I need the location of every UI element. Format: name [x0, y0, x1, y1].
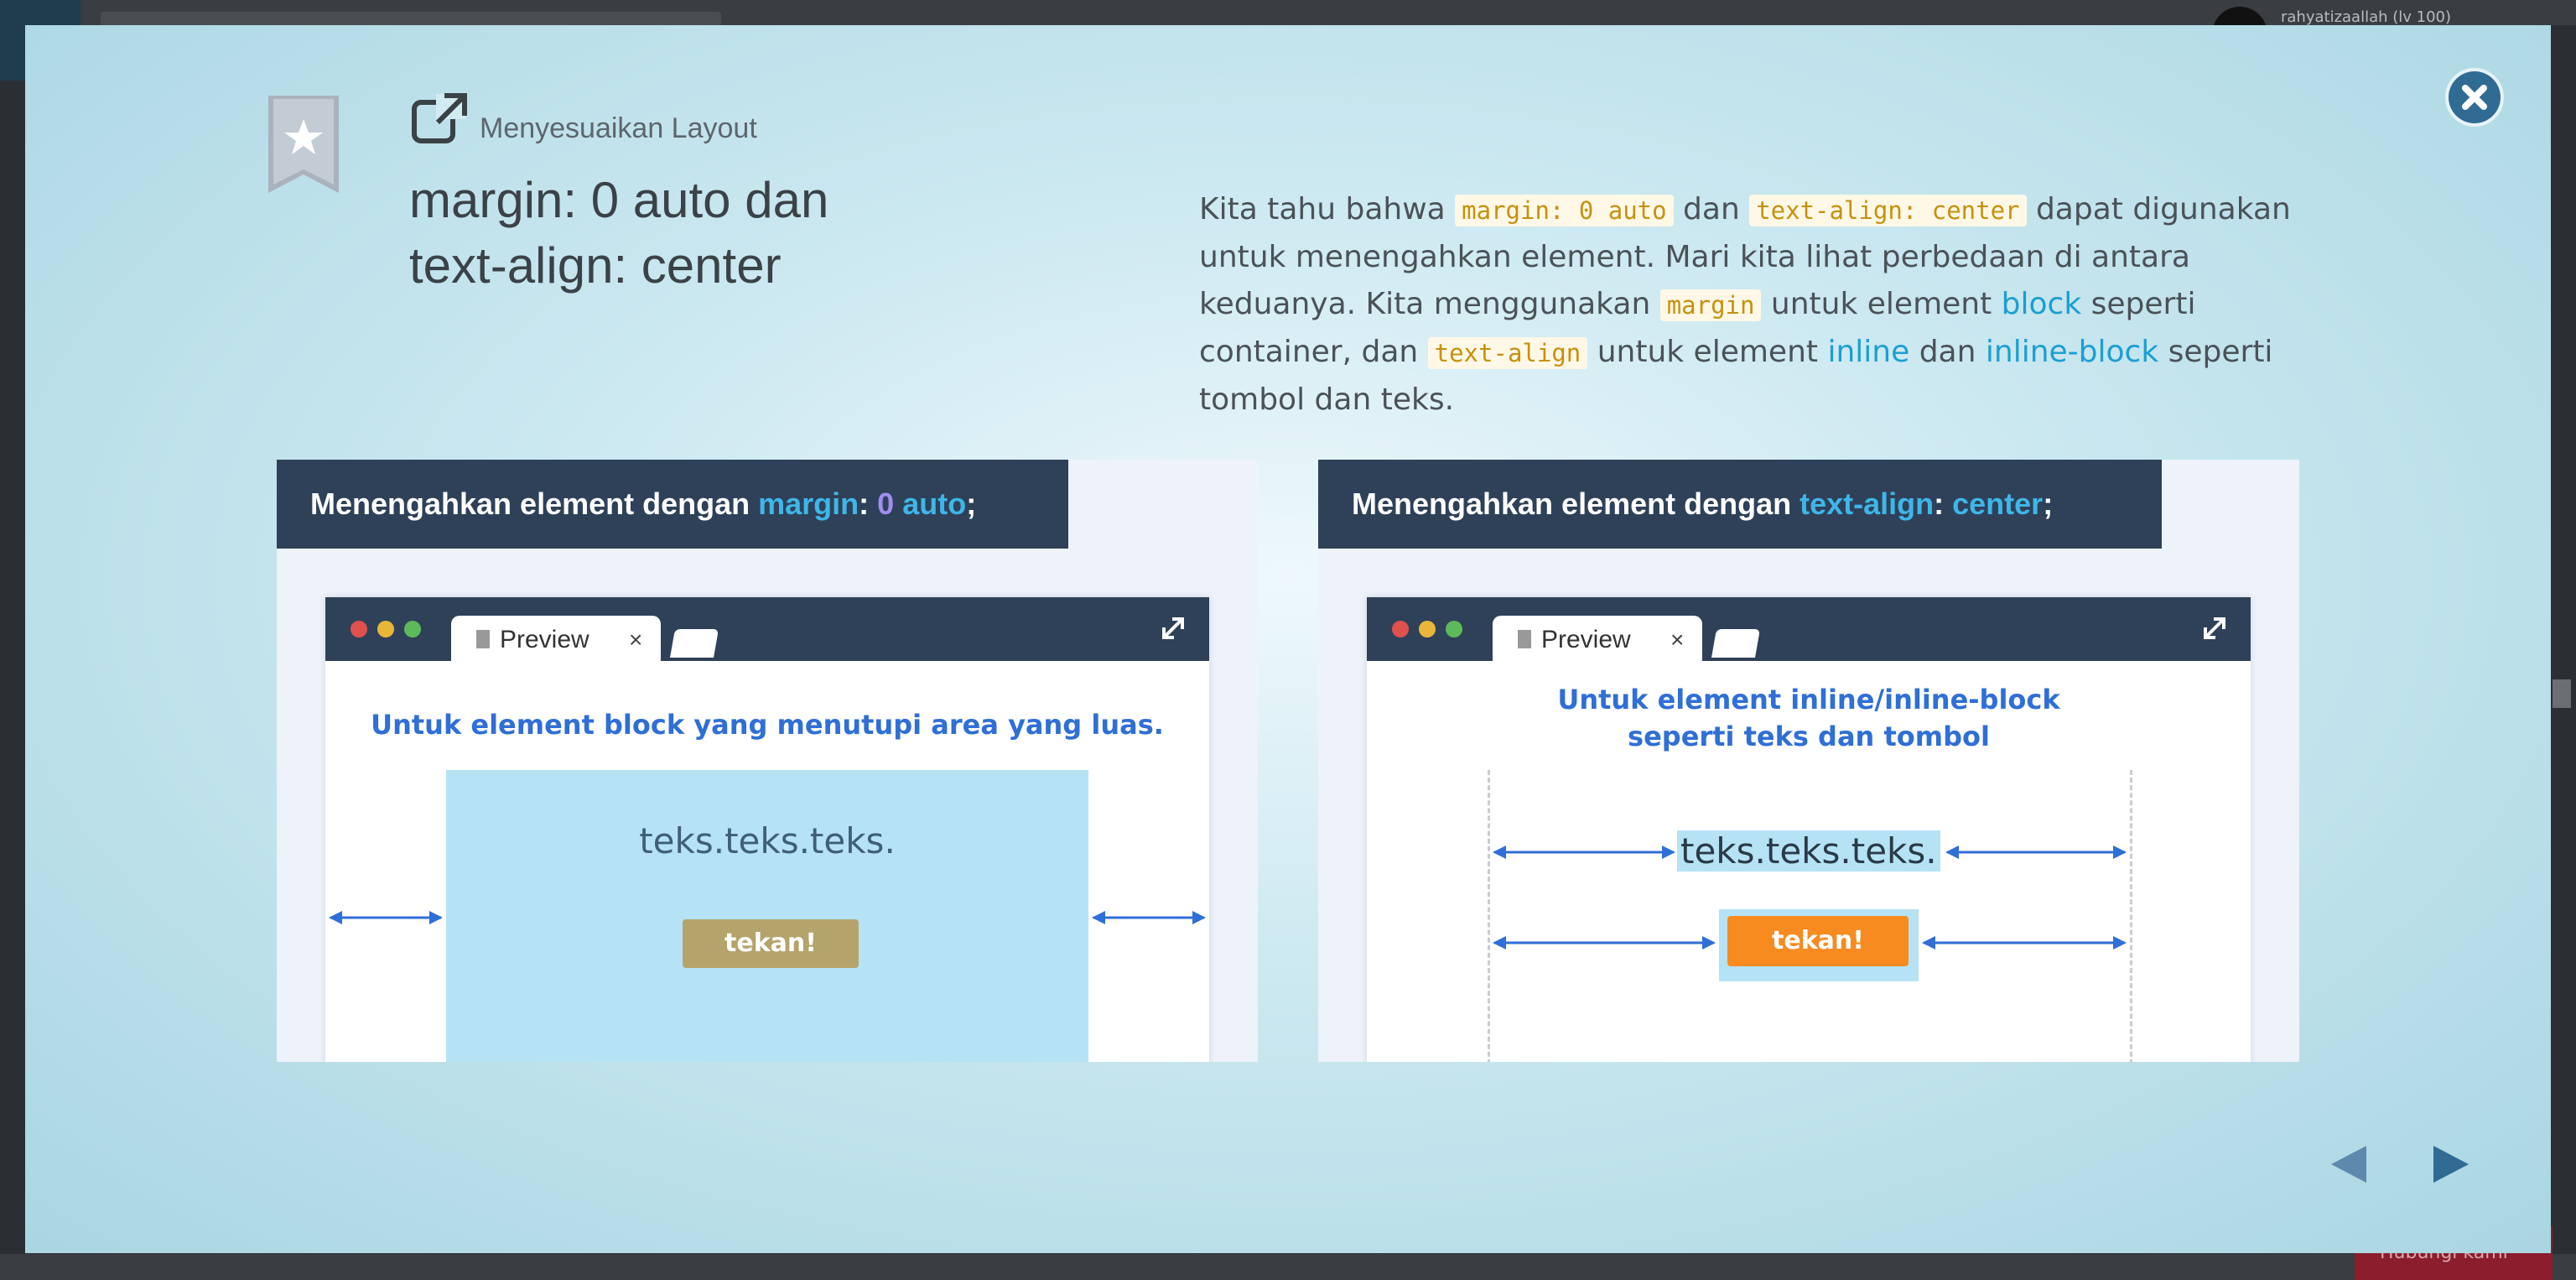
- title-line-2: text-align: center: [409, 237, 782, 294]
- keyword: inline: [1827, 335, 1910, 369]
- margin-arrow-left: [329, 911, 443, 924]
- heading-end: ;: [966, 487, 977, 521]
- heading-text: Menengahkan element dengan: [1352, 487, 1800, 521]
- new-tab-icon: [670, 629, 719, 658]
- heading-space: [894, 487, 902, 521]
- window-maximize-dot: [404, 621, 421, 637]
- window-close-dot: [351, 621, 367, 637]
- external-link-icon: [412, 93, 467, 143]
- tab-close-icon: ×: [1670, 627, 1685, 653]
- panel-heading: Menengahkan element dengan margin: 0 aut…: [277, 460, 1068, 549]
- title-line-1: margin: 0 auto dan: [409, 172, 829, 228]
- sample-button: tekan!: [683, 919, 859, 968]
- keyword: block: [2001, 287, 2082, 321]
- code-snippet: text-align: center: [1749, 195, 2027, 226]
- background-scrollbar: [2553, 679, 2571, 708]
- heading-text: Menengahkan element dengan: [310, 487, 759, 521]
- heading-colon: :: [1934, 487, 1953, 521]
- code-snippet: margin: 0 auto: [1455, 195, 1674, 226]
- desc-text: dan: [1673, 192, 1750, 226]
- code-snippet: margin: [1659, 289, 1762, 321]
- text-align-arrow-right: [1945, 846, 2127, 859]
- browser-preview: Preview × Untuk element inline/inline-bl…: [1367, 597, 2251, 1062]
- desc-text: untuk element: [1587, 335, 1828, 369]
- browser-tab: Preview ×: [451, 616, 661, 661]
- code-snippet: text-align: [1427, 337, 1588, 369]
- window-close-dot: [1392, 621, 1409, 637]
- panel-heading: Menengahkan element dengan text-align: c…: [1318, 460, 2162, 549]
- tab-label: Preview: [1541, 626, 1631, 653]
- heading-value: auto: [902, 487, 967, 521]
- text-align-illustration: Menengahkan element dengan text-align: c…: [1318, 460, 2299, 1062]
- container-edge-right: [2130, 770, 2132, 1062]
- heading-property: text-align: [1800, 487, 1935, 521]
- tab-close-icon: ×: [629, 627, 643, 653]
- browser-preview: Preview × Untuk element block yang menut…: [325, 597, 1209, 1062]
- window-minimize-dot: [1419, 621, 1436, 637]
- expand-icon: [1162, 617, 1184, 639]
- tab-label: Preview: [500, 626, 589, 653]
- triangle-right-icon[interactable]: [2425, 1139, 2475, 1189]
- lesson-modal: Menyesuaikan Layout margin: 0 auto dan t…: [25, 25, 2551, 1253]
- margin-auto-illustration: Menengahkan element dengan margin: 0 aut…: [277, 460, 1258, 1062]
- browser-toolbar: Preview ×: [325, 597, 1209, 661]
- sample-text: teks.teks.teks.: [639, 820, 896, 861]
- desc-text: dan: [1909, 335, 1986, 369]
- triangle-left-icon[interactable]: [2324, 1139, 2375, 1189]
- background-bottom-bar: [0, 1254, 2576, 1280]
- expand-icon: [2204, 617, 2225, 639]
- desc-text: untuk element: [1761, 287, 2002, 321]
- lesson-title: margin: 0 auto dan text-align: center: [409, 168, 929, 299]
- bookmark-star-icon[interactable]: [268, 96, 339, 193]
- document-icon: [476, 630, 490, 648]
- heading-value: center: [1952, 487, 2044, 521]
- illustration-caption-line-1: Untuk element inline/inline-block: [1557, 684, 2060, 715]
- text-align-arrow-left: [1493, 846, 1675, 859]
- keyword: inline-block: [1985, 335, 2159, 369]
- heading-property: margin: [758, 487, 860, 521]
- new-tab-icon: [1711, 629, 1760, 658]
- margin-arrow-right: [1092, 911, 1206, 924]
- document-icon: [1518, 630, 1531, 648]
- heading-end: ;: [2043, 487, 2054, 521]
- window-minimize-dot: [377, 621, 394, 637]
- desc-text: Kita tahu bahwa: [1199, 192, 1456, 226]
- window-maximize-dot: [1446, 621, 1462, 637]
- illustration-caption: Untuk element block yang menutupi area y…: [371, 709, 1164, 741]
- close-button[interactable]: [2449, 71, 2501, 123]
- close-icon: [2462, 85, 2487, 110]
- heading-colon: :: [859, 487, 878, 521]
- button-arrow-left: [1493, 936, 1716, 950]
- sample-text: teks.teks.teks.: [1677, 830, 1940, 872]
- illustration-caption-line-2: seperti teks dan tombol: [1628, 721, 1990, 752]
- block-element: teks.teks.teks. tekan!: [446, 770, 1088, 1062]
- section-kicker: Menyesuaikan Layout: [480, 112, 757, 144]
- browser-toolbar: Preview ×: [1367, 597, 2251, 661]
- container-edge-left: [1488, 770, 1490, 1062]
- lesson-description: Kita tahu bahwa margin: 0 auto dan text-…: [1199, 186, 2306, 424]
- background-user-name: rahyatizaallah (lv 100): [2281, 8, 2452, 26]
- button-arrow-right: [1922, 936, 2127, 950]
- sample-button: tekan!: [1727, 916, 1909, 966]
- heading-value: 0: [877, 487, 895, 521]
- browser-tab: Preview ×: [1493, 616, 1702, 661]
